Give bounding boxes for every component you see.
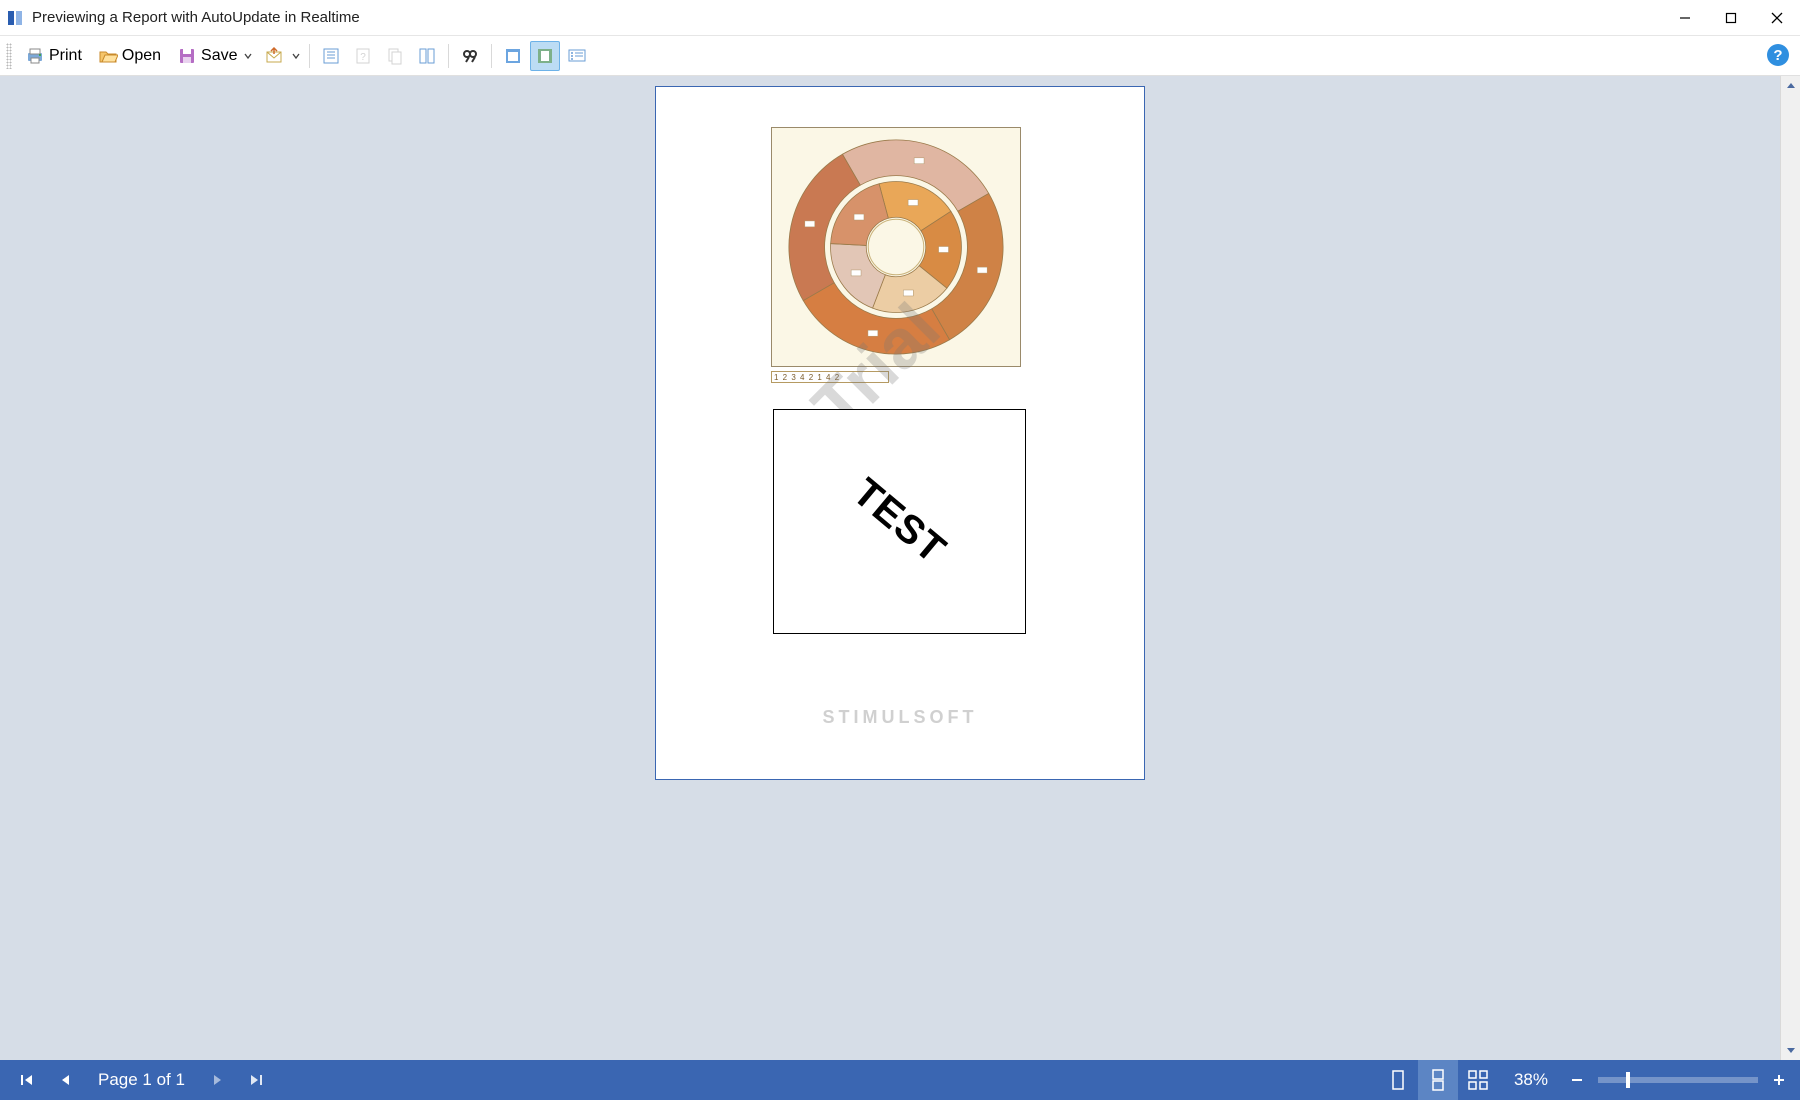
parameters-button[interactable]: ?: [348, 41, 378, 71]
first-page-button[interactable]: [12, 1065, 42, 1095]
app-icon: [6, 9, 24, 27]
bookmarks-button[interactable]: [316, 41, 346, 71]
help-button[interactable]: ?: [1764, 41, 1792, 69]
report-page: 1 2 3 4 2 1 4 2 Trial TEST STIMULSOFT: [655, 86, 1145, 780]
test-text: TEST: [844, 470, 954, 573]
find-button[interactable]: [455, 41, 485, 71]
separator: [448, 44, 449, 68]
multi-page-mode[interactable]: [1458, 1060, 1498, 1100]
save-label: Save: [201, 47, 237, 65]
status-bar: Page 1 of 1 38%: [0, 1060, 1800, 1100]
single-page-mode[interactable]: [1378, 1060, 1418, 1100]
fullscreen-button[interactable]: [498, 41, 528, 71]
resources-button[interactable]: [380, 41, 410, 71]
brand-watermark: STIMULSOFT: [656, 707, 1144, 728]
print-button[interactable]: Print: [18, 41, 89, 71]
maximize-button[interactable]: [1708, 2, 1754, 34]
zoom-out-button[interactable]: [1564, 1067, 1590, 1093]
chevron-down-icon: [292, 52, 300, 60]
close-button[interactable]: [1754, 2, 1800, 34]
open-label: Open: [122, 47, 161, 65]
last-page-button[interactable]: [241, 1065, 271, 1095]
scroll-up-icon[interactable]: [1781, 76, 1800, 96]
save-button[interactable]: Save: [170, 41, 258, 71]
zoom-thumb[interactable]: [1626, 1072, 1630, 1088]
continuous-mode[interactable]: [1418, 1060, 1458, 1100]
title-bar: Previewing a Report with AutoUpdate in R…: [0, 0, 1800, 36]
svg-text:?: ?: [1773, 47, 1782, 64]
text-box: TEST: [773, 409, 1026, 634]
toolbar: Print Open Save ? ?: [0, 36, 1800, 76]
separator: [491, 44, 492, 68]
separator: [309, 44, 310, 68]
vertical-scrollbar[interactable]: [1780, 76, 1800, 1060]
open-button[interactable]: Open: [91, 41, 168, 71]
zoom-in-button[interactable]: [1766, 1067, 1792, 1093]
prev-page-button[interactable]: [50, 1065, 80, 1095]
report-viewer: 1 2 3 4 2 1 4 2 Trial TEST STIMULSOFT: [0, 76, 1800, 1060]
dot-matrix-button[interactable]: [562, 41, 592, 71]
send-email-button[interactable]: [261, 41, 303, 71]
window-title: Previewing a Report with AutoUpdate in R…: [32, 9, 360, 26]
print-label: Print: [49, 47, 82, 65]
minimize-button[interactable]: [1662, 2, 1708, 34]
thumbnails-button[interactable]: [412, 41, 442, 71]
next-page-button[interactable]: [203, 1065, 233, 1095]
page-info: Page 1 of 1: [98, 1070, 185, 1090]
zoom-slider[interactable]: [1598, 1077, 1758, 1083]
svg-text:?: ?: [360, 52, 366, 63]
zoom-label: 38%: [1514, 1070, 1548, 1090]
scroll-down-icon[interactable]: [1781, 1040, 1800, 1060]
chevron-down-icon: [244, 52, 252, 60]
toolbar-grip: [6, 43, 12, 69]
one-page-button[interactable]: [530, 41, 560, 71]
